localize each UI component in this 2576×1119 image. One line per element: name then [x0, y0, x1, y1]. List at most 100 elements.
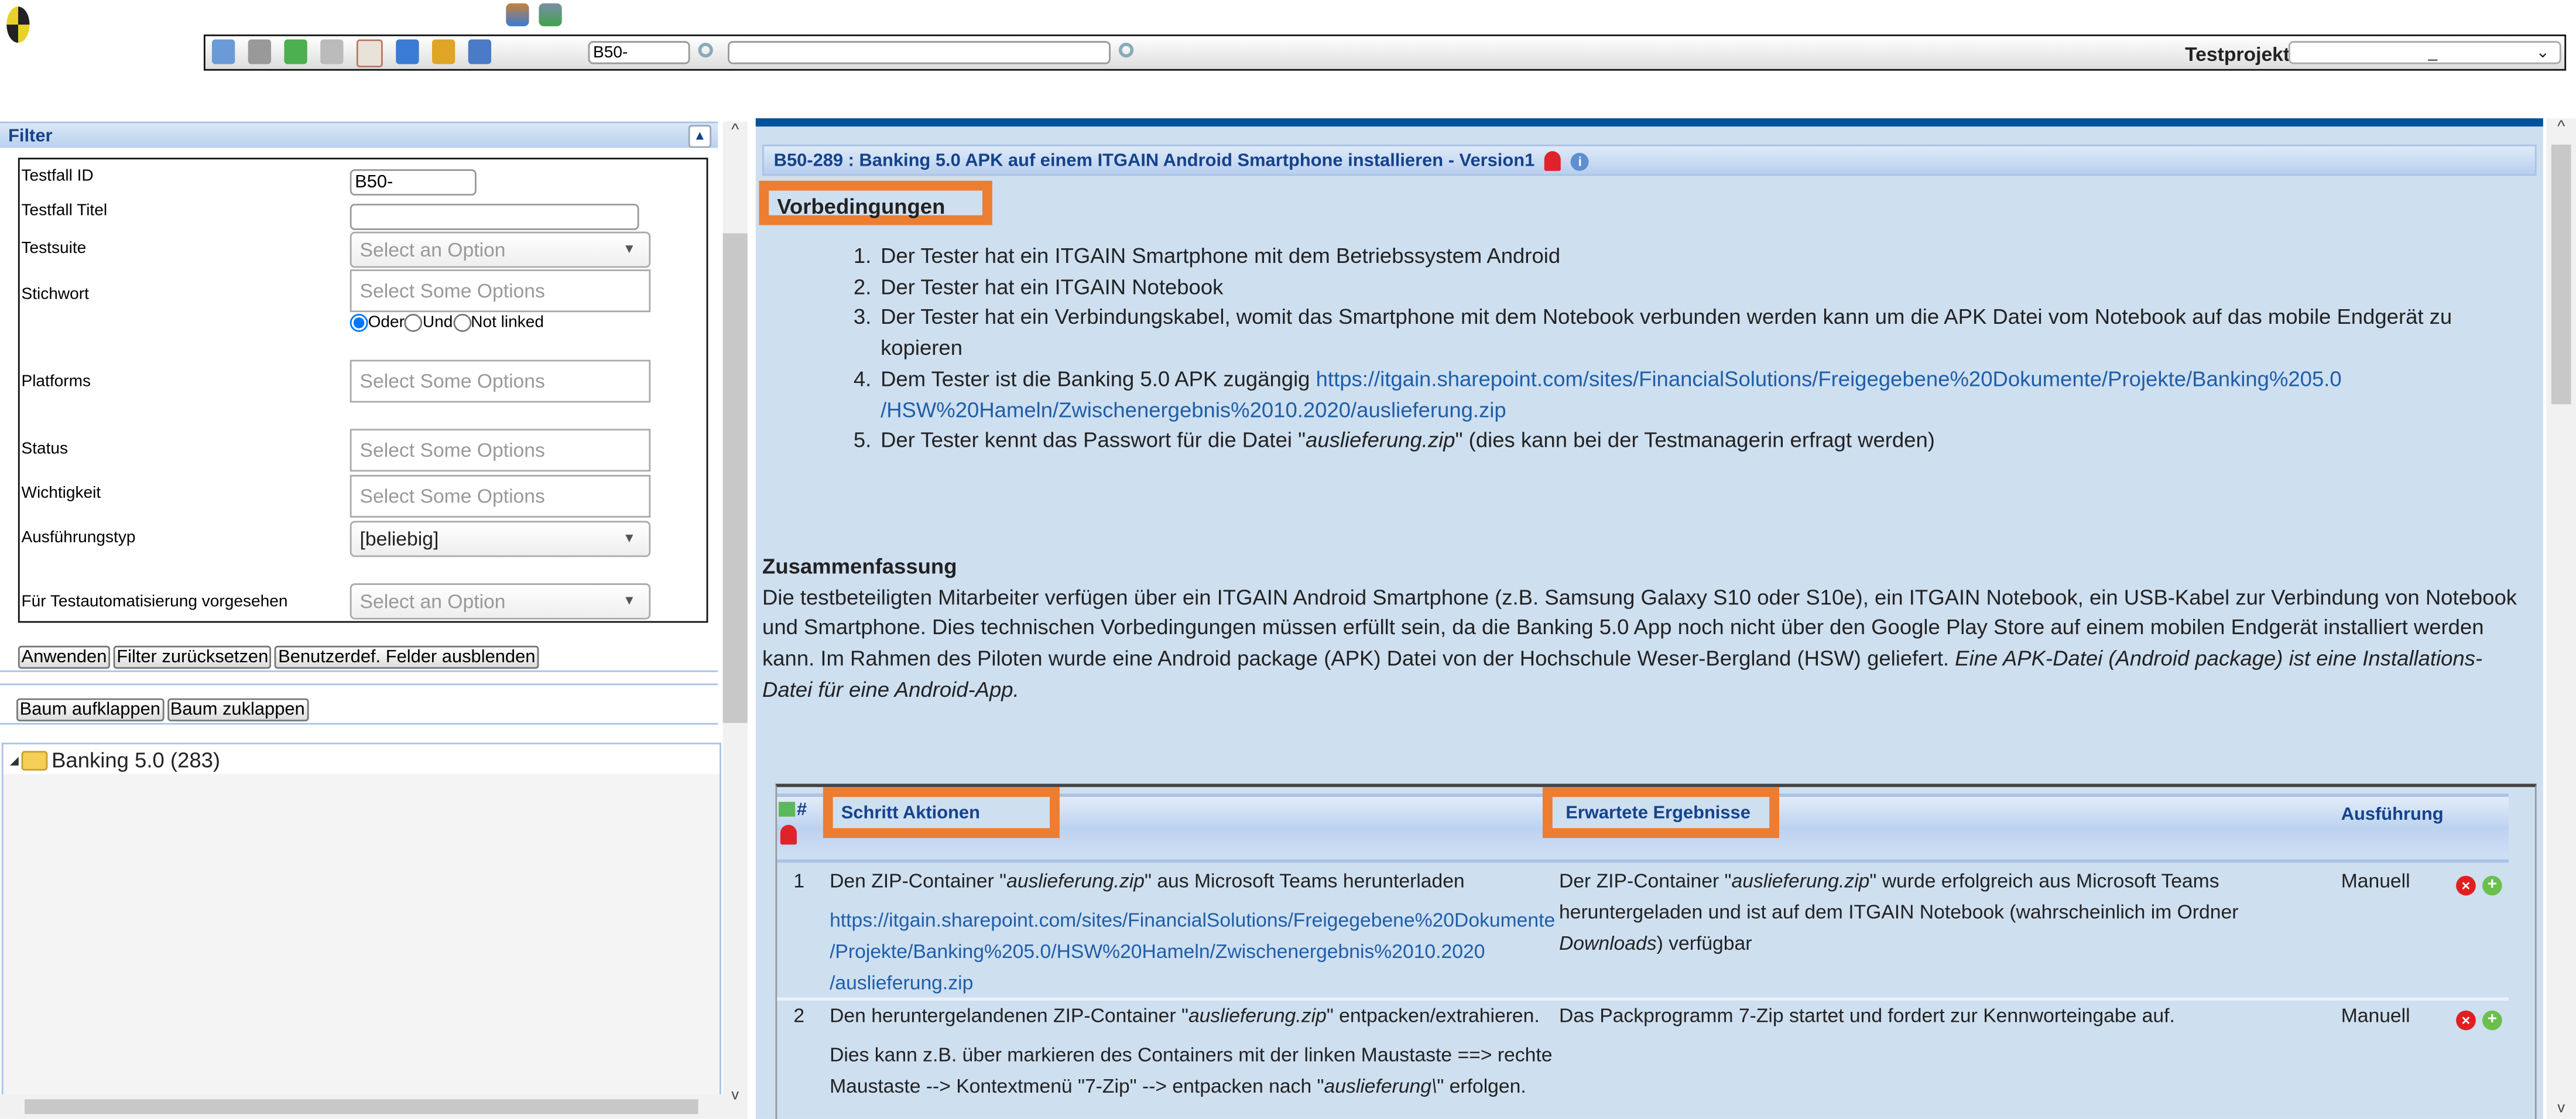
precondition-text: Der Tester hat ein ITGAIN Smartphone mit…	[881, 243, 1561, 268]
preconditions-heading: Vorbedingungen	[777, 194, 946, 219]
add-step-icon[interactable]: +	[2482, 875, 2502, 896]
ghost-icon[interactable]	[1544, 151, 1561, 172]
label-testfall-titel: Testfall Titel	[21, 202, 108, 221]
testsuite-select[interactable]: Select an Option ▼	[350, 231, 651, 268]
radio-und[interactable]	[404, 313, 423, 332]
action-text: Den heruntergelandenen ZIP-Container "	[830, 1004, 1188, 1027]
chart-icon[interactable]	[320, 39, 344, 64]
apply-button[interactable]: Anwenden	[18, 645, 111, 669]
bell-icon[interactable]	[432, 39, 455, 64]
automation-select[interactable]: Select an Option ▼	[350, 583, 651, 620]
hide-custom-fields-button[interactable]: Benutzerdef. Felder ausblenden	[275, 645, 539, 669]
precondition-item: Der Tester hat ein ITGAIN Smartphone mit…	[877, 241, 2454, 272]
dropdown-arrow-icon: ▼	[622, 241, 636, 256]
radio-und-label: Und	[422, 313, 453, 332]
action-text: " entpacken/extrahieren.	[1326, 1004, 1540, 1027]
reset-filter-button[interactable]: Filter zurücksetzen	[113, 645, 272, 669]
testcase-title-bar: B50-289 : Banking 5.0 APK auf einem ITGA…	[762, 144, 2537, 176]
tree-icon[interactable]	[284, 39, 307, 64]
document-icon[interactable]	[356, 39, 383, 68]
scroll-down-icon[interactable]: v	[723, 1086, 748, 1103]
precondition-text: Der Tester hat ein ITGAIN Notebook	[881, 273, 1224, 299]
step-number: 1	[793, 869, 805, 892]
precondition-item: Der Tester hat ein ITGAIN Notebook	[877, 272, 2454, 303]
horizontal-scrollbar[interactable]	[0, 1094, 723, 1119]
left-scrollbar-thumb[interactable]	[722, 233, 748, 723]
keyword-mode-radios: Oder Und Not linked	[350, 313, 544, 332]
expected-emphasis: Downloads	[1558, 932, 1657, 955]
steps-table-header: # Schritt Aktionen Erwartete Ergebnisse …	[777, 787, 2509, 863]
summary-section: Zusammenfassung Die testbeteiligten Mita…	[762, 552, 2520, 706]
radio-oder[interactable]	[350, 313, 368, 332]
tree-buttons: Baum aufklappen Baum zuklappen	[16, 698, 309, 721]
testproject-label: Testprojekt	[2185, 42, 2290, 66]
scroll-up-icon[interactable]: ^	[723, 122, 748, 140]
precondition-item: Dem Tester ist die Banking 5.0 APK zugän…	[877, 364, 2454, 426]
filter-buttons: Anwenden Filter zurücksetzen Benutzerdef…	[18, 645, 539, 669]
delete-step-icon[interactable]: ×	[2456, 1010, 2476, 1031]
summary-heading: Zusammenfassung	[762, 553, 957, 579]
user-edit-icon[interactable]	[506, 3, 529, 26]
reorder-icon[interactable]	[779, 802, 796, 817]
automation-placeholder: Select an Option	[359, 590, 506, 613]
app-logo[interactable]	[6, 6, 30, 43]
status-placeholder: Select Some Options	[359, 439, 545, 462]
test-tree: ◢ Banking 5.0 (283)	[1, 742, 721, 1096]
expand-triangle-icon[interactable]: ◢	[10, 754, 19, 766]
user-icon[interactable]	[396, 39, 419, 64]
home-icon[interactable]	[211, 39, 235, 64]
expand-tree-button[interactable]: Baum aufklappen	[16, 698, 164, 721]
add-step-icon[interactable]: +	[2482, 1010, 2502, 1031]
collapse-tree-button[interactable]: Baum zuklappen	[167, 698, 309, 721]
step-link[interactable]: https://itgain.sharepoint.com/sites/Fina…	[830, 909, 1555, 994]
importance-placeholder: Select Some Options	[359, 484, 545, 508]
scroll-up-icon[interactable]: ^	[2546, 118, 2576, 136]
preconditions-list: Der Tester hat ein ITGAIN Smartphone mit…	[844, 241, 2454, 456]
info-icon[interactable]: i	[1571, 152, 1590, 170]
platforms-multiselect[interactable]: Select Some Options	[350, 360, 651, 403]
search-input[interactable]	[728, 41, 1111, 64]
keyword-multiselect[interactable]: Select Some Options	[350, 269, 651, 313]
tree-node-root[interactable]: ◢ Banking 5.0 (283)	[10, 748, 220, 772]
testcase-title: B50-289 : Banking 5.0 APK auf einem ITGA…	[773, 151, 1535, 171]
testcase-title-field[interactable]	[350, 203, 639, 230]
testcase-id-field[interactable]	[350, 169, 477, 196]
ghost-icon[interactable]	[780, 824, 797, 845]
filter-header: Filter ▲	[0, 121, 718, 148]
precondition-text: Der Tester kennt das Passwort für die Da…	[881, 427, 1306, 453]
action-emphasis: auslieferung\	[1324, 1074, 1437, 1098]
testcase-id-input[interactable]	[588, 41, 690, 64]
testproject-select[interactable]: _ ⌄	[2288, 41, 2561, 64]
horizontal-scrollbar-thumb[interactable]	[25, 1099, 698, 1114]
search-icon[interactable]	[698, 42, 713, 58]
search-icon[interactable]	[1118, 42, 1134, 58]
step-execution: Manuell	[2341, 1004, 2410, 1027]
status-multiselect[interactable]: Select Some Options	[350, 429, 651, 472]
scroll-down-icon[interactable]: v	[2546, 1099, 2576, 1115]
chevron-down-icon: ⌄	[2536, 44, 2550, 63]
precondition-emphasis: auslieferung.zip	[1306, 427, 1455, 453]
filter-form: Testfall ID Testfall Titel Testsuite Sel…	[18, 158, 708, 623]
divider	[0, 683, 718, 686]
step-expected: Der ZIP-Container "auslieferung.zip" wur…	[1559, 866, 2331, 960]
left-panel: Filter ▲ Testfall ID Testfall Titel Test…	[0, 121, 723, 1119]
cart-icon[interactable]	[248, 39, 272, 64]
desktop-settings-icon[interactable]	[539, 3, 562, 26]
execution-type-select[interactable]: [beliebig] ▼	[350, 521, 651, 557]
radio-not-linked[interactable]	[453, 313, 471, 332]
label-wichtigkeit: Wichtigkeit	[21, 484, 101, 503]
expected-text: Der ZIP-Container "	[1558, 869, 1732, 892]
pen-icon[interactable]	[468, 39, 492, 64]
tree-root-label[interactable]: Banking 5.0 (283)	[52, 748, 220, 772]
importance-multiselect[interactable]: Select Some Options	[350, 474, 651, 518]
platforms-placeholder: Select Some Options	[359, 369, 545, 393]
collapse-filter-button[interactable]: ▲	[688, 125, 712, 148]
testsuite-placeholder: Select an Option	[359, 238, 506, 262]
delete-step-icon[interactable]: ×	[2456, 875, 2476, 896]
step-execution: Manuell	[2341, 869, 2410, 892]
filter-title: Filter	[8, 126, 53, 146]
execution-type-value: [beliebig]	[359, 527, 439, 551]
right-scrollbar-thumb[interactable]	[2551, 144, 2571, 405]
divider	[0, 670, 718, 672]
action-emphasis: auslieferung.zip	[1006, 869, 1145, 892]
